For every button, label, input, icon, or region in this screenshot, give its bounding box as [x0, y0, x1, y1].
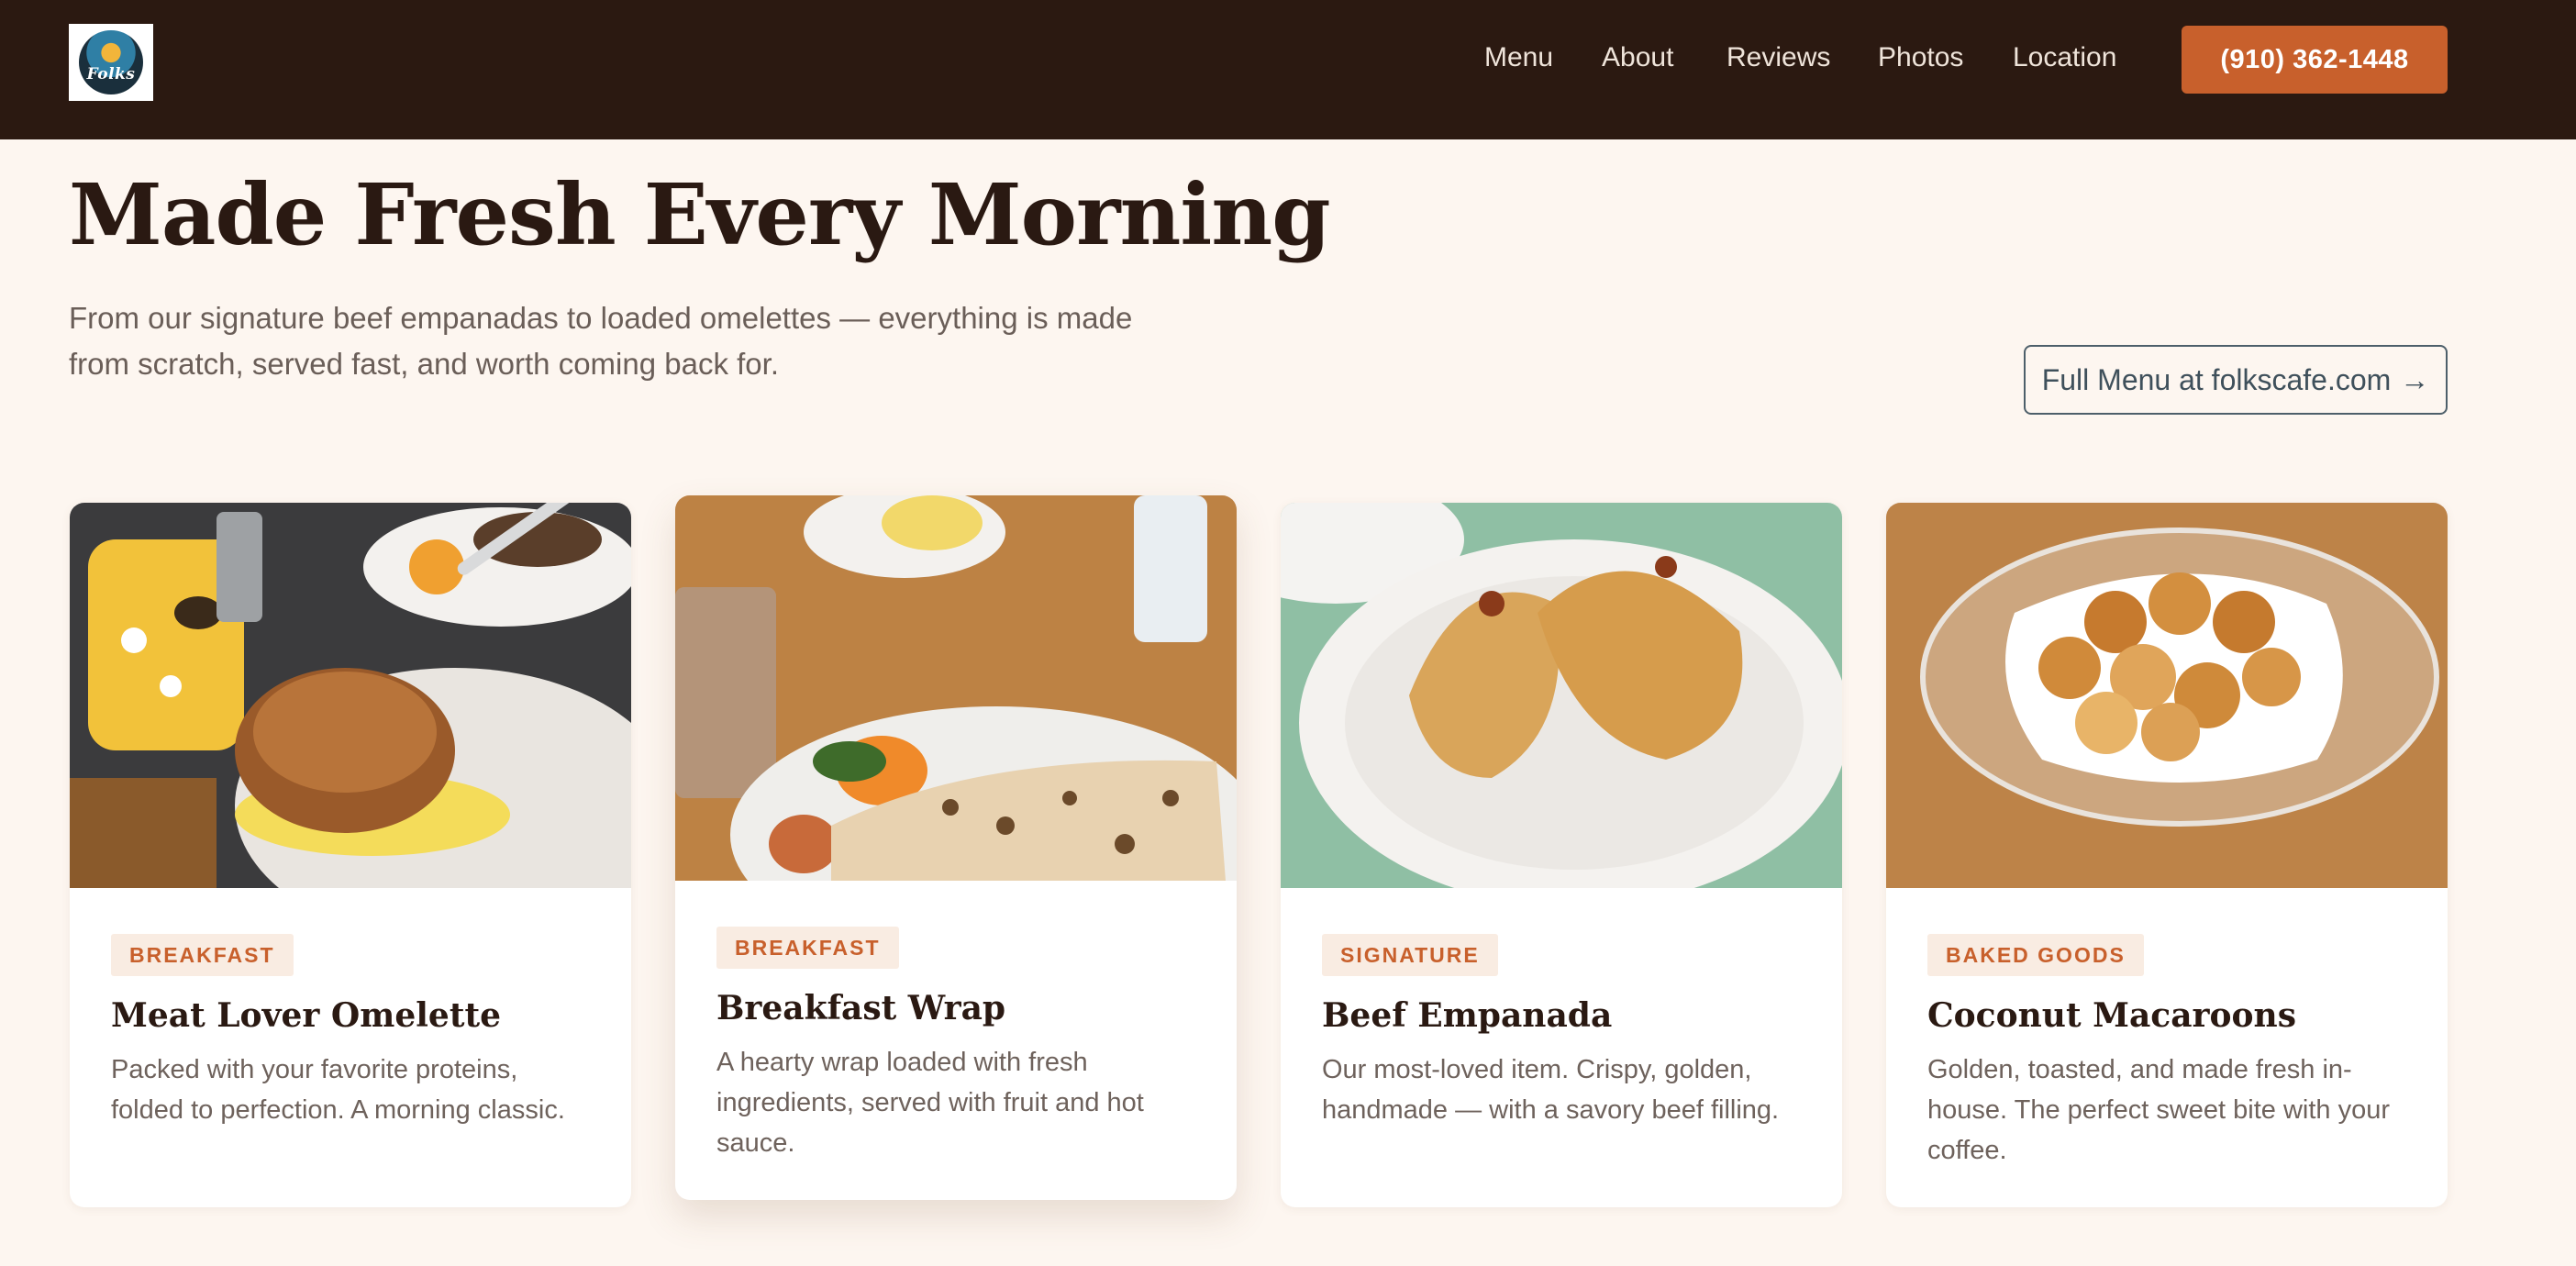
card-title: Beef Empanada [1322, 996, 1613, 1035]
card-description: Golden, toasted, and made fresh in-house… [1927, 1055, 2391, 1165]
card-description: Packed with your favorite proteins, fold… [111, 1055, 565, 1125]
card-title: Meat Lover Omelette [111, 996, 501, 1035]
site-header: Folks Menu About Reviews Photos Location… [0, 0, 2576, 139]
menu-card[interactable]: SIGNATURE Beef Empanada Our most-loved i… [1281, 503, 1842, 1207]
menu-card[interactable]: BREAKFAST Breakfast Wrap A hearty wrap l… [675, 495, 1237, 1200]
card-description: A hearty wrap loaded with fresh ingredie… [716, 1048, 1144, 1158]
menu-card[interactable]: BAKED GOODS Coconut Macaroons Golden, to… [1886, 503, 2448, 1207]
sandwich-photo-icon [70, 503, 631, 888]
nav-link-location[interactable]: Location [2013, 42, 2116, 73]
page-title: Made Fresh Every Morning [69, 165, 1331, 264]
category-tag: SIGNATURE [1322, 934, 1498, 976]
menu-card[interactable]: BREAKFAST Meat Lover Omelette Packed wit… [70, 503, 631, 1207]
nav-link-about[interactable]: About [1602, 42, 1673, 73]
nav-link-reviews[interactable]: Reviews [1727, 42, 1830, 73]
wrap-photo-icon [675, 495, 1237, 881]
card-title: Breakfast Wrap [716, 989, 1006, 1027]
full-menu-button[interactable]: Full Menu at folkscafe.com → [2024, 345, 2448, 415]
category-tag: BAKED GOODS [1927, 934, 2144, 976]
logo[interactable]: Folks [69, 24, 153, 101]
card-description: Our most-loved item. Crispy, golden, han… [1322, 1055, 1780, 1125]
hero-subtitle: From our signature beef empanadas to loa… [69, 301, 1133, 381]
phone-call-button[interactable]: (910) 362-1448 [2182, 26, 2448, 94]
logo-text: Folks [86, 65, 136, 83]
nav-link-menu[interactable]: Menu [1484, 42, 1553, 73]
full-menu-label: Full Menu at folkscafe.com [2041, 362, 2392, 396]
category-tag: BREAKFAST [111, 934, 294, 976]
nav-link-photos[interactable]: Photos [1878, 42, 1963, 73]
empanada-photo-icon [1281, 503, 1842, 888]
card-title: Coconut Macaroons [1927, 996, 2296, 1035]
macaroon-photo-icon [1886, 503, 2448, 888]
category-tag: BREAKFAST [716, 927, 899, 969]
logo-badge-icon: Folks [79, 30, 143, 94]
arrow-right-icon: → [2400, 362, 2430, 396]
